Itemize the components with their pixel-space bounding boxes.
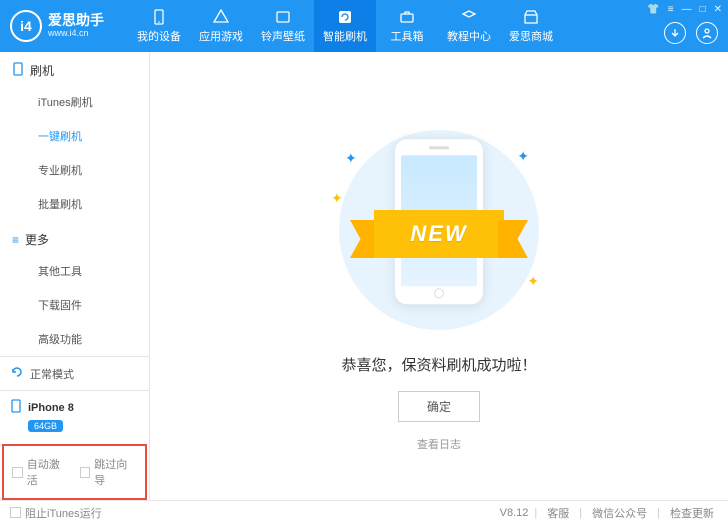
maximize-icon[interactable]: □ bbox=[700, 4, 706, 15]
success-illustration: ✦✦✦✦ NEW bbox=[319, 130, 559, 330]
minimize-icon[interactable]: — bbox=[682, 4, 692, 15]
logo-url: www.i4.cn bbox=[48, 29, 104, 39]
store-icon bbox=[522, 8, 540, 26]
nav-apps[interactable]: 应用游戏 bbox=[190, 0, 252, 52]
success-message: 恭喜您，保资料刷机成功啦！ bbox=[341, 354, 536, 375]
footer: 阻止iTunes运行 V8.12 | 客服 | 微信公众号 | 检查更新 bbox=[0, 500, 728, 524]
version-label: V8.12 bbox=[500, 507, 529, 519]
service-link[interactable]: 客服 bbox=[543, 505, 573, 521]
sidebar-item-other-tools[interactable]: 其他工具 bbox=[0, 254, 149, 288]
nav-tools[interactable]: 工具箱 bbox=[376, 0, 438, 52]
main-content: ✦✦✦✦ NEW 恭喜您，保资料刷机成功啦！ 确定 查看日志 bbox=[150, 52, 728, 500]
download-button[interactable] bbox=[664, 22, 686, 44]
list-icon: ≡ bbox=[12, 233, 19, 247]
device-info[interactable]: iPhone 8 64GB bbox=[0, 390, 149, 442]
nav-ringtone[interactable]: 铃声壁纸 bbox=[252, 0, 314, 52]
sidebar-item-download-firmware[interactable]: 下载固件 bbox=[0, 288, 149, 322]
logo-icon: i4 bbox=[10, 10, 42, 42]
skip-guide-checkbox[interactable]: 跳过向导 bbox=[80, 456, 138, 488]
sidebar-item-onekey-flash[interactable]: 一键刷机 bbox=[0, 119, 149, 153]
auto-activate-checkbox[interactable]: 自动激活 bbox=[12, 456, 70, 488]
sidebar-section-flash: 刷机 bbox=[0, 52, 149, 85]
bottom-options-highlighted: 自动激活 跳过向导 bbox=[2, 444, 147, 500]
sidebar-item-pro-flash[interactable]: 专业刷机 bbox=[0, 153, 149, 187]
user-button[interactable] bbox=[696, 22, 718, 44]
window-controls: 👕 ≡ — □ ✕ bbox=[647, 4, 722, 15]
sidebar-item-advanced[interactable]: 高级功能 bbox=[0, 322, 149, 356]
sidebar: 刷机 iTunes刷机 一键刷机 专业刷机 批量刷机 ≡ 更多 其他工具 下载固… bbox=[0, 52, 150, 500]
tutorial-icon bbox=[460, 8, 478, 26]
sidebar-item-itunes-flash[interactable]: iTunes刷机 bbox=[0, 85, 149, 119]
apps-icon bbox=[212, 8, 230, 26]
nav-tutorial[interactable]: 教程中心 bbox=[438, 0, 500, 52]
device-phone-icon bbox=[10, 399, 22, 416]
app-header: i4 爱思助手 www.i4.cn 我的设备 应用游戏 铃声壁纸 智能刷机 工具… bbox=[0, 0, 728, 52]
confirm-button[interactable]: 确定 bbox=[398, 391, 480, 422]
nav-my-device[interactable]: 我的设备 bbox=[128, 0, 190, 52]
nav-flash[interactable]: 智能刷机 bbox=[314, 0, 376, 52]
new-ribbon: NEW bbox=[354, 210, 524, 258]
storage-badge: 64GB bbox=[28, 420, 63, 432]
block-itunes-checkbox[interactable]: 阻止iTunes运行 bbox=[10, 505, 102, 521]
close-icon[interactable]: ✕ bbox=[714, 4, 722, 15]
check-update-link[interactable]: 检查更新 bbox=[666, 505, 718, 521]
nav-store[interactable]: 爱思商城 bbox=[500, 0, 562, 52]
status-mode[interactable]: 正常模式 bbox=[0, 356, 149, 390]
phone-icon bbox=[12, 62, 24, 79]
tools-icon bbox=[398, 8, 416, 26]
shirt-icon[interactable]: 👕 bbox=[647, 4, 659, 15]
refresh-icon bbox=[10, 365, 24, 382]
flash-icon bbox=[336, 8, 354, 26]
logo: i4 爱思助手 www.i4.cn bbox=[0, 10, 114, 42]
sidebar-item-batch-flash[interactable]: 批量刷机 bbox=[0, 187, 149, 221]
logo-title: 爱思助手 bbox=[48, 13, 104, 28]
device-icon bbox=[150, 8, 168, 26]
sidebar-section-more: ≡ 更多 bbox=[0, 221, 149, 254]
wechat-link[interactable]: 微信公众号 bbox=[588, 505, 651, 521]
view-log-link[interactable]: 查看日志 bbox=[417, 436, 461, 452]
menu-icon[interactable]: ≡ bbox=[668, 4, 674, 15]
nav-tabs: 我的设备 应用游戏 铃声壁纸 智能刷机 工具箱 教程中心 爱思商城 bbox=[128, 0, 728, 52]
ringtone-icon bbox=[274, 8, 292, 26]
